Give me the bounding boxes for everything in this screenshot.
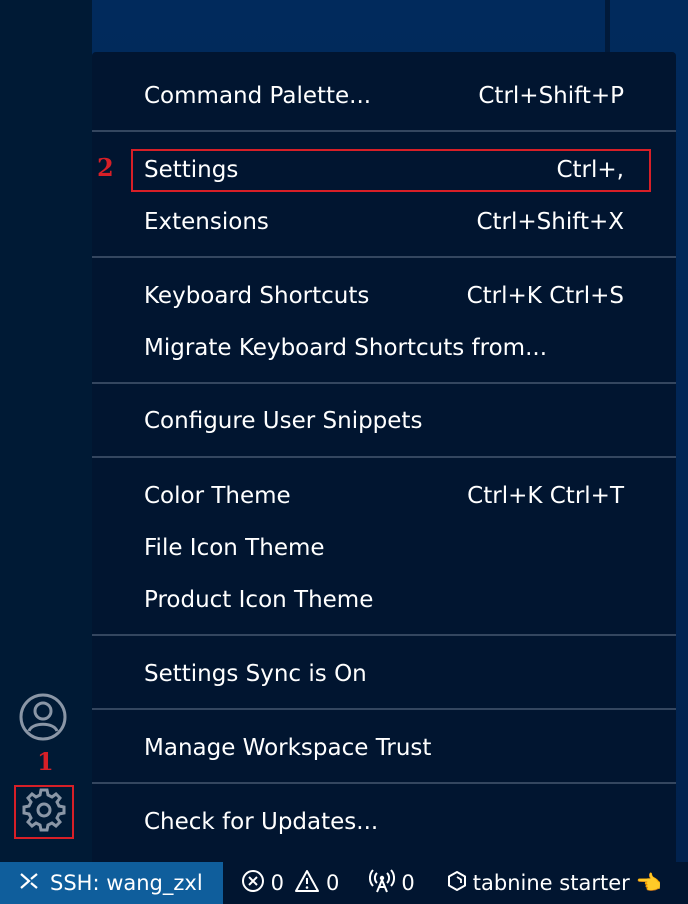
activity-bar: 1 xyxy=(0,0,92,862)
status-bar: SSH: wang_zxl 0 0 0 tabnine starter 👈 xyxy=(0,862,688,904)
gear-icon xyxy=(20,786,68,838)
settings-highlight-annotation xyxy=(131,149,651,192)
menu-item-check-for-updates[interactable]: Check for Updates... xyxy=(144,796,624,848)
menu-item-manage-workspace-trust[interactable]: Manage Workspace Trust xyxy=(144,722,624,774)
menu-item-label: Keyboard Shortcuts xyxy=(144,283,370,309)
menu-item-keyboard-shortcuts[interactable]: Keyboard Shortcuts Ctrl+K Ctrl+S xyxy=(144,270,624,322)
remote-icon xyxy=(18,870,40,897)
warning-icon xyxy=(294,869,320,898)
menu-separator xyxy=(92,382,676,384)
broadcast-icon xyxy=(369,868,396,898)
menu-item-label: Settings Sync is On xyxy=(144,661,367,687)
error-icon xyxy=(241,869,265,898)
warning-count: 0 xyxy=(326,871,340,895)
step-marker-1: 1 xyxy=(37,747,54,776)
menu-item-shortcut: Ctrl+Shift+P xyxy=(478,83,624,109)
tabnine-status[interactable]: tabnine starter 👈 xyxy=(447,870,662,897)
menu-separator xyxy=(92,256,676,258)
menu-item-settings-sync[interactable]: Settings Sync is On xyxy=(144,648,624,700)
ports-indicator[interactable]: 0 xyxy=(369,868,415,898)
menu-item-label: Configure User Snippets xyxy=(144,408,423,434)
tabnine-label: tabnine starter xyxy=(472,871,630,895)
ports-count: 0 xyxy=(401,871,415,895)
tabnine-icon xyxy=(447,870,467,897)
menu-separator xyxy=(92,782,676,784)
menu-separator xyxy=(92,130,676,132)
menu-item-label: Color Theme xyxy=(144,483,291,509)
menu-item-file-icon-theme[interactable]: File Icon Theme xyxy=(144,522,624,574)
pointing-hand-icon: 👈 xyxy=(635,870,662,895)
menu-separator xyxy=(92,708,676,710)
menu-item-command-palette[interactable]: Command Palette... Ctrl+Shift+P xyxy=(144,70,624,122)
accounts-button[interactable] xyxy=(18,692,68,746)
menu-item-color-theme[interactable]: Color Theme Ctrl+K Ctrl+T xyxy=(144,470,624,522)
menu-item-extensions[interactable]: Extensions Ctrl+Shift+X xyxy=(144,196,624,248)
remote-label: SSH: wang_zxl xyxy=(50,871,203,895)
step-marker-2: 2 xyxy=(97,153,114,182)
menu-item-shortcut: Ctrl+K Ctrl+S xyxy=(466,283,624,309)
menu-item-label: Command Palette... xyxy=(144,83,372,109)
manage-button[interactable] xyxy=(14,785,74,839)
menu-item-migrate-keyboard-shortcuts[interactable]: Migrate Keyboard Shortcuts from... xyxy=(144,322,624,374)
remote-indicator[interactable]: SSH: wang_zxl xyxy=(0,862,223,904)
account-icon xyxy=(18,692,68,746)
menu-item-label: Product Icon Theme xyxy=(144,587,374,613)
menu-item-label: Manage Workspace Trust xyxy=(144,735,432,761)
error-count: 0 xyxy=(270,871,285,895)
menu-item-product-icon-theme[interactable]: Product Icon Theme xyxy=(144,574,624,626)
menu-item-label: Check for Updates... xyxy=(144,809,379,835)
menu-item-label: Extensions xyxy=(144,209,269,235)
menu-separator xyxy=(92,456,676,458)
menu-item-label: File Icon Theme xyxy=(144,535,325,561)
menu-separator xyxy=(92,634,676,636)
menu-item-shortcut: Ctrl+Shift+X xyxy=(476,209,624,235)
menu-item-configure-user-snippets[interactable]: Configure User Snippets xyxy=(144,395,624,447)
problems-indicator[interactable]: 0 0 xyxy=(241,869,340,898)
menu-item-label: Migrate Keyboard Shortcuts from... xyxy=(144,335,548,361)
menu-item-shortcut: Ctrl+K Ctrl+T xyxy=(467,483,624,509)
